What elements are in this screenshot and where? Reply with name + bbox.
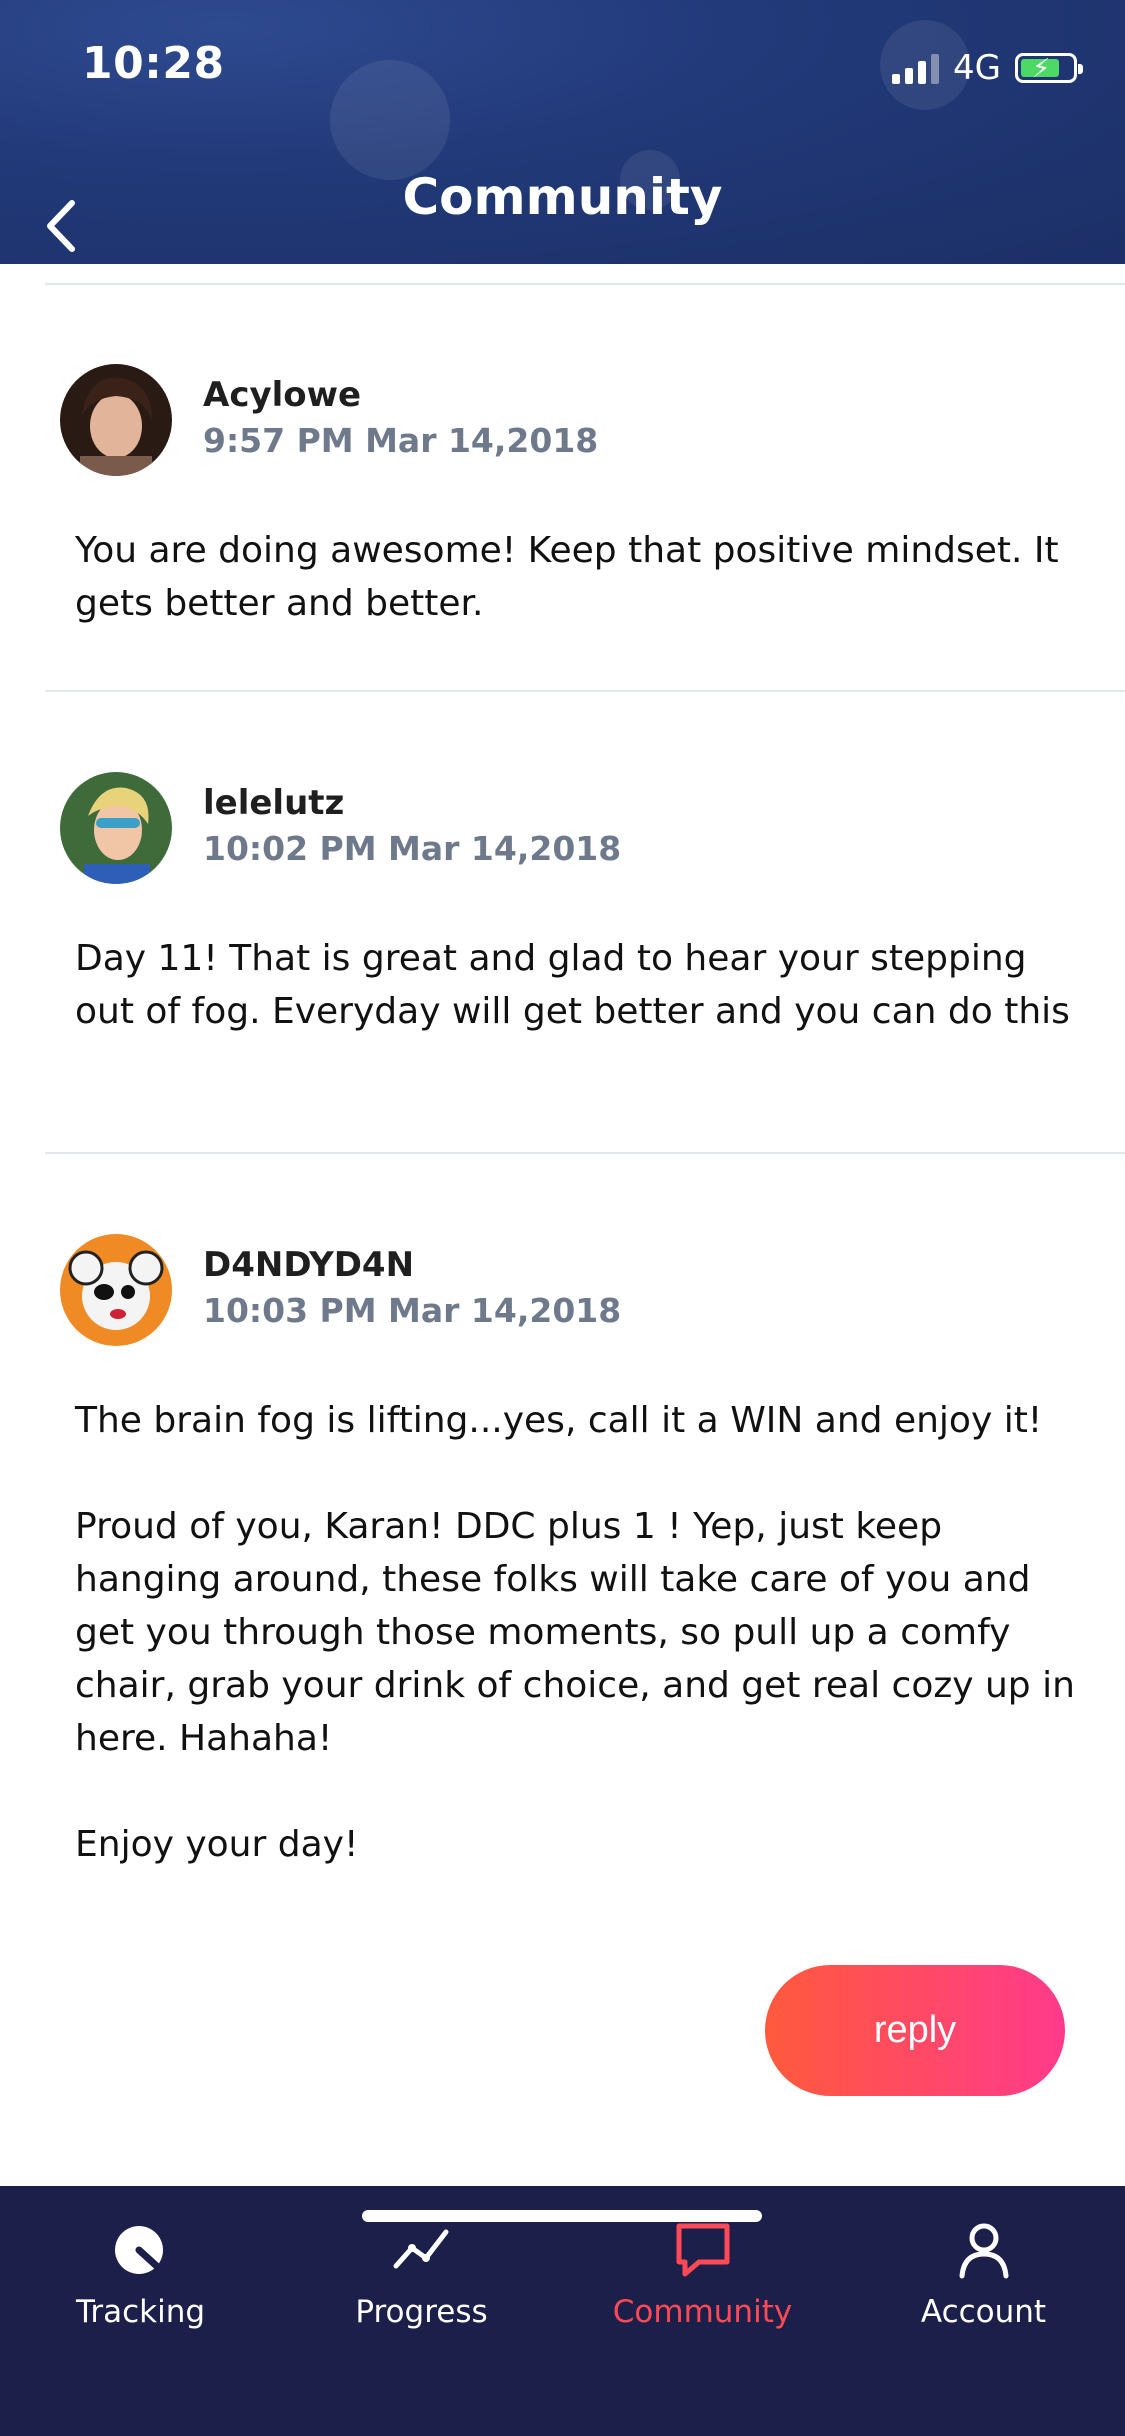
post-timestamp: 10:02 PM Mar 14,2018: [203, 829, 622, 868]
post-username[interactable]: Acylowe: [203, 375, 361, 415]
signal-icon: [892, 52, 940, 84]
avatar: [60, 772, 172, 884]
battery-icon: ⚡: [1015, 53, 1083, 84]
post-username[interactable]: D4NDYD4N: [203, 1245, 414, 1285]
home-indicator[interactable]: [362, 2210, 762, 2222]
header-bar: 10:28 4G ⚡ Community: [0, 0, 1125, 264]
post-timestamp: 9:57 PM Mar 14,2018: [203, 421, 599, 460]
post-timestamp: 10:03 PM Mar 14,2018: [203, 1291, 622, 1330]
status-indicators: 4G ⚡: [892, 48, 1083, 88]
tab-label: Tracking: [75, 2294, 206, 2330]
post-username[interactable]: lelelutz: [203, 783, 344, 823]
status-time: 10:28: [82, 38, 225, 89]
tab-tracking[interactable]: Tracking: [0, 2186, 281, 2376]
post-body: The brain fog is lifting...yes, call it …: [75, 1400, 1075, 1865]
account-icon: [959, 2223, 1008, 2279]
avatar: [60, 1234, 172, 1346]
tab-label: Account: [920, 2294, 1047, 2330]
tab-account[interactable]: Account: [843, 2186, 1124, 2376]
post-body: Day 11! That is great and glad to hear y…: [75, 938, 1070, 1032]
tab-bar: Tracking Progress Community Account: [0, 2186, 1125, 2436]
community-icon: [676, 2223, 729, 2277]
avatar: [60, 364, 172, 476]
page-title: Community: [402, 168, 723, 226]
post-body: You are doing awesome! Keep that positiv…: [75, 530, 1071, 624]
divider: [45, 1152, 1125, 1154]
reply-button[interactable]: reply: [765, 1965, 1065, 2096]
progress-icon: [393, 2229, 448, 2269]
background-bokeh: [330, 60, 450, 180]
divider: [45, 690, 1125, 692]
tab-label: Progress: [355, 2294, 488, 2330]
tab-label: Community: [612, 2294, 793, 2330]
tracking-icon: [114, 2226, 164, 2274]
network-type: 4G: [953, 48, 1001, 88]
divider: [45, 283, 1125, 285]
